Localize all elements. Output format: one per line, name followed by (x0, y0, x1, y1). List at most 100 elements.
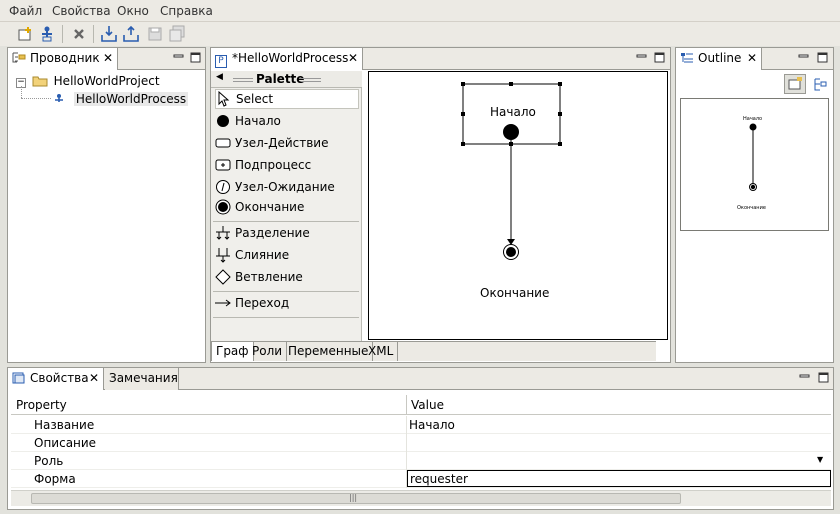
process-icon (52, 93, 66, 105)
wait-node-icon (215, 179, 231, 195)
property-name: Форма (34, 472, 76, 486)
save-all-icon[interactable] (168, 25, 186, 43)
palette-separator (213, 291, 359, 292)
maximize-icon[interactable] (817, 52, 829, 64)
horizontal-scrollbar[interactable]: ||| (11, 490, 831, 506)
explorer-tabbar: Проводник ✕ (8, 48, 205, 70)
explorer-title: Проводник (30, 51, 100, 65)
start-node[interactable] (503, 124, 519, 140)
palette-item-fork[interactable]: Разделение (215, 223, 359, 243)
toolbar-separator (93, 25, 94, 43)
export-icon[interactable] (122, 25, 140, 43)
palette-item-start[interactable]: Начало (215, 111, 359, 131)
palette-item-label: Ветвление (235, 270, 303, 284)
toolbar (0, 22, 840, 46)
tab-outline[interactable]: Outline ✕ (676, 48, 762, 70)
outline-end-label: Окончание (737, 205, 766, 211)
tab-properties[interactable]: Свойства ✕ (8, 368, 104, 390)
grip-icon (233, 78, 253, 82)
column-divider[interactable] (406, 395, 407, 415)
column-property: Property (16, 398, 67, 412)
palette-item-transition[interactable]: Переход (215, 293, 359, 313)
table-row[interactable]: Название Начало (11, 416, 831, 434)
start-node-icon (215, 113, 231, 129)
chevron-down-icon[interactable]: ▼ (817, 455, 823, 464)
tree-item-project[interactable]: − HelloWorldProject (16, 74, 160, 92)
outline-start-node (749, 123, 757, 131)
tree-line (21, 86, 22, 98)
palette-title: Palette (256, 72, 305, 86)
palette-item-label: Окончание (235, 200, 305, 214)
table-row[interactable]: Форма requester (11, 470, 831, 488)
close-icon[interactable]: ✕ (103, 51, 113, 65)
diagram-canvas[interactable]: Начало Окончание (368, 71, 668, 340)
editor-title: *HelloWorldProcess (232, 51, 349, 65)
palette-item-label: Узел-Ожидание (235, 180, 335, 194)
tab-variables[interactable]: Переменные (284, 342, 374, 361)
outline-overview[interactable]: Начало Окончание (680, 98, 829, 231)
tab-process-editor[interactable]: P *HelloWorldProcess ✕ (211, 48, 363, 70)
outline-start-label: Начало (743, 116, 763, 122)
tab-problems[interactable]: Замечания (105, 368, 179, 390)
table-row[interactable]: Роль ▼ (11, 452, 831, 470)
palette-item-label: Select (236, 92, 274, 106)
tree-outline-icon[interactable] (812, 76, 830, 94)
close-icon[interactable]: ✕ (89, 371, 99, 385)
maximize-icon[interactable] (190, 52, 202, 64)
palette-item-action[interactable]: Узел-Действие (215, 133, 359, 153)
new-process-icon[interactable] (38, 25, 56, 43)
palette-item-label: Разделение (235, 226, 310, 240)
property-name: Название (34, 418, 95, 432)
subprocess-icon (215, 157, 231, 173)
minimize-icon[interactable] (799, 372, 811, 384)
menu-window[interactable]: Окно (117, 4, 149, 18)
tree-item-process[interactable]: HelloWorldProcess (52, 92, 189, 110)
tree-item-label: HelloWorldProcess (73, 92, 189, 106)
maximize-icon[interactable] (654, 52, 666, 64)
tab-xml[interactable]: XML (364, 342, 399, 361)
minimize-icon[interactable] (798, 52, 810, 64)
close-icon[interactable]: ✕ (747, 51, 757, 65)
tab-roles[interactable]: Роли (248, 342, 288, 361)
close-icon[interactable]: ✕ (348, 51, 358, 65)
outline-icon (680, 52, 694, 64)
maximize-icon[interactable] (818, 372, 830, 384)
explorer-view: Проводник ✕ − HelloWorldProject HelloWor… (7, 47, 206, 363)
minimize-icon[interactable] (636, 52, 648, 64)
toolbar-separator (62, 25, 63, 43)
menu-properties[interactable]: Свойства (52, 4, 111, 18)
import-icon[interactable] (100, 25, 118, 43)
palette-item-join[interactable]: Слияние (215, 245, 359, 265)
process-file-icon: P (215, 55, 227, 68)
fork-icon (215, 225, 231, 241)
palette-item-label: Начало (235, 114, 281, 128)
end-node[interactable] (506, 247, 516, 257)
menu-file[interactable]: Файл (9, 4, 42, 18)
menu-help[interactable]: Справка (160, 4, 213, 18)
palette-item-end[interactable]: Окончание (215, 197, 359, 217)
delete-icon[interactable] (70, 25, 88, 43)
palette-collapse-icon[interactable]: ◀ (216, 72, 223, 82)
palette-item-wait[interactable]: Узел-Ожидание (215, 177, 359, 197)
tab-explorer[interactable]: Проводник ✕ (8, 48, 118, 70)
grip-icon (301, 78, 321, 82)
property-value[interactable]: requester (410, 472, 468, 486)
minimize-icon[interactable] (173, 52, 185, 64)
palette-item-select[interactable]: Select (215, 89, 359, 109)
editor-tabbar: P *HelloWorldProcess ✕ (211, 48, 670, 70)
overview-toggle-icon[interactable] (784, 74, 806, 94)
outline-tabbar: Outline ✕ (676, 48, 833, 70)
property-name: Описание (34, 436, 97, 450)
form-value-input[interactable] (407, 470, 831, 487)
palette-item-decision[interactable]: Ветвление (215, 267, 359, 287)
palette-header: ◀ Palette (211, 71, 362, 88)
palette-item-label: Подпроцесс (235, 158, 312, 172)
new-project-icon[interactable] (16, 25, 34, 43)
table-row[interactable]: Описание (11, 434, 831, 452)
palette-item-subprocess[interactable]: Подпроцесс (215, 155, 359, 175)
property-value[interactable]: Начало (409, 418, 455, 432)
project-folder-icon (32, 75, 48, 87)
explorer-icon (12, 52, 26, 64)
save-icon[interactable] (146, 25, 164, 43)
property-name: Роль (34, 454, 64, 468)
